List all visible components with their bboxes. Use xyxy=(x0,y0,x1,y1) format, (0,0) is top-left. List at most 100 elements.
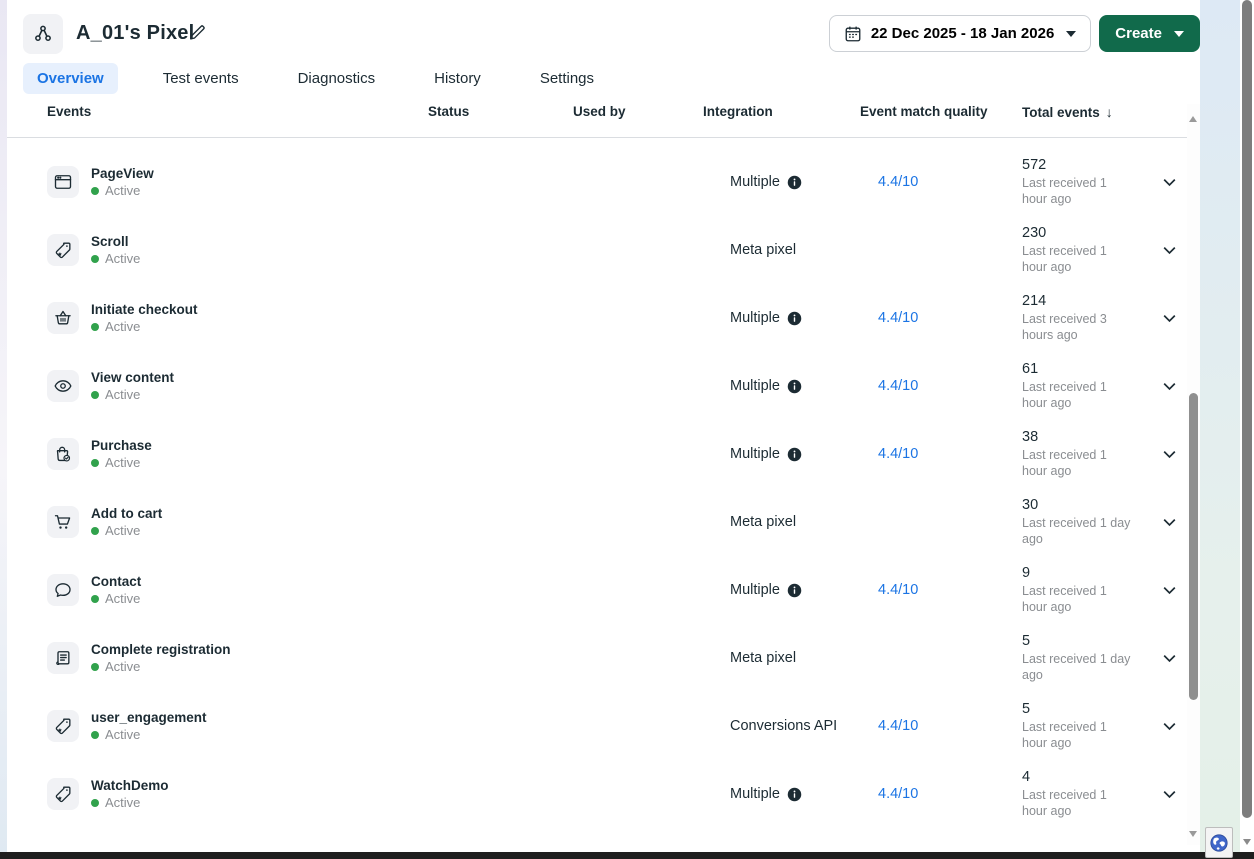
date-range-picker[interactable]: 22 Dec 2025 - 18 Jan 2026 xyxy=(829,15,1091,52)
total-events-count: 9 xyxy=(1022,565,1030,581)
info-icon[interactable] xyxy=(787,447,802,462)
total-events-count: 214 xyxy=(1022,293,1046,309)
chevron-down-icon[interactable] xyxy=(1161,378,1178,395)
info-icon[interactable] xyxy=(787,787,802,802)
globe-icon xyxy=(1209,833,1229,853)
event-status-label: Active xyxy=(105,183,140,198)
total-events-cell: 30 Last received 1 day ago xyxy=(1022,497,1150,548)
total-events-count: 572 xyxy=(1022,157,1046,173)
shopping-bag-check-icon xyxy=(47,438,79,470)
integration-value: Meta pixel xyxy=(730,650,796,666)
column-header-total-events[interactable]: Total events ↓ xyxy=(1022,104,1150,120)
total-events-cell: 4 Last received 1 hour ago xyxy=(1022,769,1150,820)
info-icon[interactable] xyxy=(787,379,802,394)
table-row[interactable]: Contact Active Multiple 4.4/10 9 Last re… xyxy=(7,556,1200,624)
event-status-label: Active xyxy=(105,319,140,334)
integration-cell: Multiple xyxy=(703,446,860,462)
event-match-quality-link[interactable]: 4.4/10 xyxy=(878,446,918,462)
table-scrollbar-thumb[interactable] xyxy=(1189,393,1198,700)
globe-status-widget[interactable] xyxy=(1205,827,1233,858)
total-events-cell: 38 Last received 1 hour ago xyxy=(1022,429,1150,480)
event-status-label: Active xyxy=(105,387,140,402)
integration-value: Meta pixel xyxy=(730,242,796,258)
table-row[interactable]: Scroll Active Meta pixel 230 Last receiv… xyxy=(7,216,1200,284)
table-row[interactable]: View content Active Multiple 4.4/10 61 L… xyxy=(7,352,1200,420)
active-status-dot xyxy=(91,595,99,603)
total-events-count: 38 xyxy=(1022,429,1038,445)
info-icon[interactable] xyxy=(787,583,802,598)
custom-event-tag-icon xyxy=(47,778,79,810)
column-header-expand xyxy=(1150,104,1188,120)
table-row[interactable]: Add to cart Active Meta pixel 30 Last re… xyxy=(7,488,1200,556)
event-name: View content xyxy=(91,370,174,385)
pixel-header: A_01's Pixel 22 Dec 2025 - 18 Jan 202 xyxy=(7,0,1200,62)
chevron-down-icon[interactable] xyxy=(1161,514,1178,531)
tab-diagnostics[interactable]: Diagnostics xyxy=(284,63,390,94)
event-name: WatchDemo xyxy=(91,778,169,793)
chevron-down-icon[interactable] xyxy=(1161,786,1178,803)
total-events-cell: 5 Last received 1 hour ago xyxy=(1022,701,1150,752)
table-row[interactable]: PageView Active Multiple 4.4/10 572 Last… xyxy=(7,148,1200,216)
event-name: PageView xyxy=(91,166,154,181)
event-match-quality-link[interactable]: 4.4/10 xyxy=(878,582,918,598)
table-row[interactable]: user_engagement Active Conversions API 4… xyxy=(7,692,1200,760)
last-received-label: Last received 1 hour ago xyxy=(1022,379,1132,412)
integration-cell: Multiple xyxy=(703,310,860,326)
table-row[interactable]: Initiate checkout Active Multiple 4.4/10… xyxy=(7,284,1200,352)
event-match-quality-cell: 4.4/10 xyxy=(860,378,1022,394)
integration-value: Multiple xyxy=(730,786,780,802)
column-header-status: Status xyxy=(428,104,573,120)
browser-scrollbar-thumb[interactable] xyxy=(1242,0,1252,818)
table-row[interactable]: WatchDemo Active Multiple 4.4/10 4 Last … xyxy=(7,760,1200,828)
integration-cell: Meta pixel xyxy=(703,514,860,530)
tab-overview[interactable]: Overview xyxy=(23,63,118,94)
chevron-down-icon[interactable] xyxy=(1161,650,1178,667)
edit-pixel-name-icon[interactable] xyxy=(188,24,206,42)
info-icon[interactable] xyxy=(787,175,802,190)
share-nodes-icon xyxy=(32,23,54,45)
total-events-cell: 572 Last received 1 hour ago xyxy=(1022,157,1150,208)
event-match-quality-link[interactable]: 4.4/10 xyxy=(878,378,918,394)
event-match-quality-link[interactable]: 4.4/10 xyxy=(878,310,918,326)
active-status-dot xyxy=(91,187,99,195)
chevron-down-icon[interactable] xyxy=(1161,582,1178,599)
integration-value: Meta pixel xyxy=(730,514,796,530)
event-status-label: Active xyxy=(105,591,140,606)
chevron-down-icon[interactable] xyxy=(1161,718,1178,735)
pixel-avatar xyxy=(23,14,63,54)
table-scrollbar[interactable] xyxy=(1187,104,1200,845)
scroll-down-arrow-icon[interactable] xyxy=(1189,831,1197,837)
column-header-event-match-quality: Event match quality xyxy=(860,104,1022,120)
last-received-label: Last received 1 day ago xyxy=(1022,515,1132,548)
page-title: A_01's Pixel xyxy=(76,22,194,45)
browser-scrollbar[interactable] xyxy=(1240,0,1254,852)
scroll-down-arrow-icon[interactable] xyxy=(1243,839,1251,845)
tab-settings[interactable]: Settings xyxy=(526,63,608,94)
chevron-down-icon xyxy=(1066,31,1076,37)
event-match-quality-link[interactable]: 4.4/10 xyxy=(878,786,918,802)
scroll-up-arrow-icon[interactable] xyxy=(1189,116,1197,122)
active-status-dot xyxy=(91,391,99,399)
chevron-down-icon[interactable] xyxy=(1161,174,1178,191)
last-received-label: Last received 1 hour ago xyxy=(1022,447,1132,480)
integration-value: Multiple xyxy=(730,174,780,190)
active-status-dot xyxy=(91,323,99,331)
chevron-down-icon[interactable] xyxy=(1161,446,1178,463)
tab-history[interactable]: History xyxy=(420,63,495,94)
table-row[interactable]: Complete registration Active Meta pixel … xyxy=(7,624,1200,692)
create-button[interactable]: Create xyxy=(1099,15,1200,52)
event-name: user_engagement xyxy=(91,710,207,725)
chevron-down-icon[interactable] xyxy=(1161,242,1178,259)
event-name: Complete registration xyxy=(91,642,231,657)
event-status-label: Active xyxy=(105,727,140,742)
info-icon[interactable] xyxy=(787,311,802,326)
date-range-label: 22 Dec 2025 - 18 Jan 2026 xyxy=(871,25,1054,42)
column-header-used-by: Used by xyxy=(573,104,703,120)
integration-cell: Multiple xyxy=(703,174,860,190)
tab-test-events[interactable]: Test events xyxy=(149,63,253,94)
registration-form-icon xyxy=(47,642,79,674)
event-match-quality-link[interactable]: 4.4/10 xyxy=(878,174,918,190)
table-row[interactable]: Purchase Active Multiple 4.4/10 38 Last … xyxy=(7,420,1200,488)
chevron-down-icon[interactable] xyxy=(1161,310,1178,327)
event-match-quality-link[interactable]: 4.4/10 xyxy=(878,718,918,734)
